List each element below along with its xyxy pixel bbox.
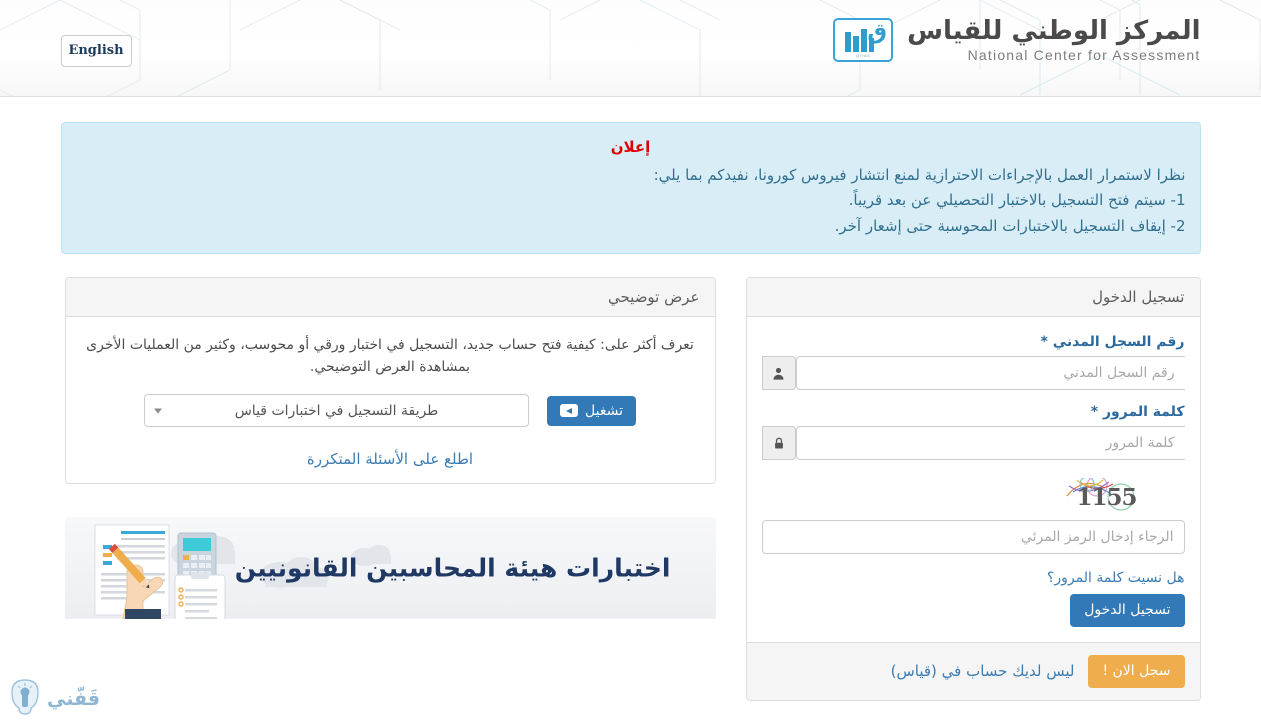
demo-column: عرض توضيحي تعرف أكثر على: كيفية فتح حساب… — [64, 277, 716, 701]
faq-row: اطلع على الأسئلة المتكررة — [81, 449, 700, 468]
announcement-line-3: 2- إيقاف التسجيل بالاختبارات المحوسبة حت… — [834, 216, 1186, 235]
brand-title-english: National Center for Assessment — [967, 46, 1201, 63]
login-panel: تسجيل الدخول رقم السجل المدني * كلمة الم… — [745, 277, 1201, 701]
site-brand: المركز الوطني للقياس National Center for… — [833, 16, 1201, 63]
content-columns: تسجيل الدخول رقم السجل المدني * كلمة الم… — [61, 277, 1201, 701]
login-panel-footer: سجل الان ! ليس لديك حساب في (قياس) — [746, 641, 1200, 700]
login-panel-title: تسجيل الدخول — [746, 278, 1200, 317]
login-submit-button[interactable]: تسجيل الدخول — [1070, 594, 1185, 627]
announcement-line-1: نظرا لاستمرار العمل بالإجراءات الاحترازي… — [653, 165, 1186, 184]
site-header: English المركز الوطني للقياس National Ce… — [0, 0, 1261, 97]
captcha-code: 1155 — [1076, 484, 1138, 511]
brand-text: المركز الوطني للقياس National Center for… — [907, 16, 1201, 63]
qiyas-logo-icon: ق QIYAS — [833, 17, 894, 62]
demo-controls: تشغيل طريقة التسجيل في اختبارات قياس — [81, 394, 700, 428]
faq-link[interactable]: اطلع على الأسئلة المتكررة — [307, 450, 473, 468]
password-label: كلمة المرور * — [1090, 404, 1185, 420]
captcha-image-row: 1155 — [762, 478, 1185, 516]
brand-title-arabic: المركز الوطني للقياس — [907, 16, 1201, 46]
footer-logo-word: قَفّني — [47, 687, 101, 710]
forgot-password-link[interactable]: هل نسيت كلمة المرور؟ — [1047, 570, 1185, 586]
demo-panel-body: تعرف أكثر على: كيفية فتح حساب جديد، التس… — [66, 317, 715, 483]
demo-panel: عرض توضيحي تعرف أكثر على: كيفية فتح حساب… — [64, 277, 716, 485]
promo-title: اختبارات هيئة المحاسبين القانونيين — [234, 553, 671, 583]
announcement-title: إعلان — [610, 138, 651, 156]
login-button-row: تسجيل الدخول — [762, 594, 1185, 627]
demo-video-select[interactable]: طريقة التسجيل في اختبارات قياس — [144, 394, 530, 428]
announcement-line-2: 1- سيتم فتح التسجيل بالاختبار التحصيلي ع… — [848, 191, 1186, 209]
brand-mark-caption: QIYAS — [855, 52, 871, 58]
promo-banner[interactable]: اختبارات هيئة المحاسبين القانونيين — [64, 517, 716, 620]
page-container: إعلان نظرا لاستمرار العمل بالإجراءات الا… — [60, 97, 1201, 701]
register-row: سجل الان ! ليس لديك حساب في (قياس) — [762, 654, 1185, 688]
language-toggle-button[interactable]: English — [60, 35, 132, 67]
captcha-input[interactable] — [761, 520, 1185, 554]
site-footer-logo[interactable]: قَفّني — [8, 678, 100, 720]
no-account-text: ليس لديك حساب في (قياس) — [890, 662, 1075, 681]
lightbulb-icon — [8, 678, 42, 720]
user-icon — [761, 356, 796, 390]
captcha-image: 1155 — [1025, 478, 1185, 516]
password-input-group — [761, 426, 1185, 460]
youtube-play-icon — [560, 404, 579, 418]
announcement-alert: إعلان نظرا لاستمرار العمل بالإجراءات الا… — [60, 122, 1201, 254]
demo-description: تعرف أكثر على: كيفية فتح حساب جديد، التس… — [86, 337, 694, 375]
clipboard-illustration — [174, 572, 225, 620]
civil-id-label: رقم السجل المدني * — [1040, 334, 1185, 350]
chevron-down-icon — [154, 408, 163, 414]
demo-select-value: طريقة التسجيل في اختبارات قياس — [234, 402, 439, 419]
login-panel-body: رقم السجل المدني * كلمة المرور * — [747, 317, 1200, 642]
play-button-label: تشغيل — [585, 402, 623, 419]
play-video-button[interactable]: تشغيل — [547, 395, 636, 426]
password-input[interactable] — [795, 426, 1185, 460]
demo-panel-title: عرض توضيحي — [65, 278, 715, 317]
civil-id-input[interactable] — [795, 356, 1185, 390]
civil-id-input-group — [761, 356, 1185, 390]
register-now-button[interactable]: سجل الان ! — [1088, 654, 1185, 688]
lock-icon — [761, 426, 796, 460]
login-column: تسجيل الدخول رقم السجل المدني * كلمة الم… — [745, 277, 1201, 701]
